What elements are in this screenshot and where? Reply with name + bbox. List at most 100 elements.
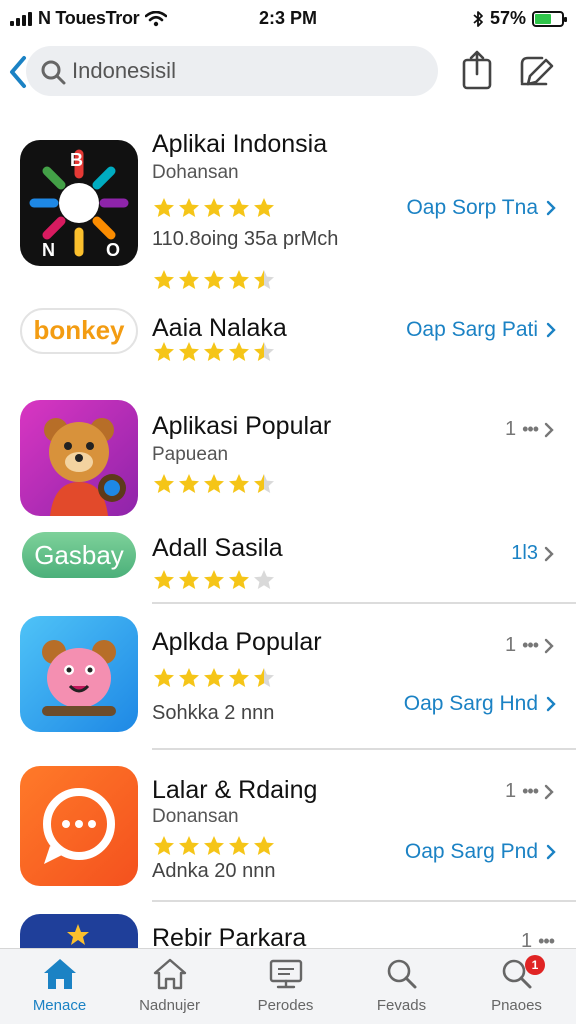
star-icon bbox=[179, 198, 199, 217]
rank-indicator[interactable]: 1 ••• bbox=[505, 634, 554, 657]
monitor-icon bbox=[269, 959, 302, 989]
status-bar: N TouesTror 2:3 PM 57% bbox=[0, 0, 576, 36]
star-icon bbox=[254, 836, 274, 855]
tab-bar: Menace Nadnujer Perodes Fevads 1 Pnaoes bbox=[0, 948, 576, 1024]
app-developer: Donansan bbox=[152, 806, 239, 827]
list-item[interactable]: Aplkda Popular Sohkka 2 nnn 1 ••• Oap Sa… bbox=[0, 606, 576, 750]
share-icon[interactable] bbox=[460, 50, 494, 90]
chevron-right-icon bbox=[546, 696, 556, 712]
star-icon bbox=[229, 342, 249, 361]
search-icon bbox=[41, 60, 66, 85]
star-icon bbox=[179, 668, 199, 687]
list-item[interactable]: Aplikasi Popular Papuean 1 ••• bbox=[0, 390, 576, 520]
compose-icon[interactable] bbox=[516, 52, 554, 90]
star-icon bbox=[229, 474, 249, 493]
rank-indicator[interactable]: 1 ••• bbox=[505, 418, 554, 441]
star-icon bbox=[229, 570, 249, 589]
star-icon bbox=[229, 836, 249, 855]
star-rating bbox=[152, 666, 276, 690]
list-item[interactable]: B N O Aplikai Indonsia Dohansan Oap Sorp… bbox=[0, 110, 576, 300]
star-icon bbox=[179, 342, 199, 361]
star-icon bbox=[179, 474, 199, 493]
chevron-right-icon bbox=[546, 844, 556, 860]
app-title: Lalar & Rdaing bbox=[152, 776, 318, 804]
star-rating bbox=[152, 834, 276, 858]
star-rating bbox=[152, 340, 276, 364]
app-meta: Sohkka 2 nnn bbox=[152, 702, 275, 724]
rank-number: 1 bbox=[504, 418, 517, 440]
star-icon bbox=[254, 342, 274, 361]
app-logo-bonkey[interactable]: bonkey bbox=[20, 308, 138, 354]
battery-icon bbox=[532, 10, 567, 27]
list-item[interactable]: Rebir Parkara 1 ••• bbox=[0, 904, 576, 950]
star-icon bbox=[204, 570, 224, 589]
svg-text:B: B bbox=[70, 150, 83, 170]
search-icon bbox=[387, 959, 416, 989]
home-icon bbox=[43, 959, 76, 989]
star-icon bbox=[154, 836, 174, 855]
app-title: Adall Sasila bbox=[152, 534, 283, 562]
app-logo-gasbay[interactable]: Gasbay bbox=[22, 532, 136, 578]
star-icon bbox=[179, 270, 199, 289]
list-divider bbox=[152, 748, 576, 750]
app-developer: Dohansan bbox=[152, 162, 239, 183]
star-icon bbox=[154, 270, 174, 289]
tab-nadnujer[interactable]: Nadnujer bbox=[112, 957, 227, 1014]
app-meta: 110.8oing 35a prMch bbox=[152, 228, 339, 250]
app-title: Rebir Parkara bbox=[152, 924, 307, 950]
get-button-label: Oap Sarg Pnd bbox=[404, 840, 538, 863]
star-icon bbox=[254, 570, 274, 589]
tab-fevads[interactable]: Fevads bbox=[344, 957, 459, 1014]
tab-label: Pnaoes bbox=[491, 997, 542, 1014]
more-dots-icon: ••• bbox=[522, 781, 539, 801]
list-item[interactable]: Gasbay Adall Sasila 1l3 bbox=[0, 520, 576, 600]
star-icon bbox=[204, 474, 224, 493]
star-icon bbox=[229, 668, 249, 687]
star-icon bbox=[179, 836, 199, 855]
get-button[interactable]: Oap Sarg Hnd bbox=[404, 692, 556, 716]
search-field[interactable]: Indonesisil bbox=[26, 46, 438, 96]
app-developer: Papuean bbox=[152, 444, 229, 465]
rank-indicator[interactable]: 1l3 bbox=[511, 542, 554, 565]
app-list: B N O Aplikai Indonsia Dohansan Oap Sorp… bbox=[0, 110, 576, 950]
rank-indicator[interactable]: 1 ••• bbox=[520, 930, 555, 950]
chevron-right-icon bbox=[544, 546, 554, 561]
battery-percent: 57% bbox=[489, 8, 526, 28]
rank-number: 1 bbox=[504, 780, 517, 802]
tab-label: Fevads bbox=[376, 997, 427, 1014]
app-icon-badge[interactable]: B N O bbox=[20, 140, 138, 266]
tab-perodes[interactable]: Perodes bbox=[228, 957, 343, 1014]
get-button[interactable]: Oap Sarg Pati bbox=[406, 318, 556, 342]
app-icon-pink-bear[interactable] bbox=[20, 616, 138, 732]
chevron-right-icon bbox=[544, 422, 554, 437]
get-button[interactable]: Oap Sarg Pnd bbox=[405, 840, 556, 864]
app-icon-bear[interactable] bbox=[20, 400, 138, 516]
app-icon-blue[interactable] bbox=[20, 914, 138, 950]
battery-fill bbox=[535, 13, 551, 24]
star-icon bbox=[229, 198, 249, 217]
star-icon bbox=[204, 836, 224, 855]
house-outline-icon bbox=[153, 958, 186, 990]
app-icon-chat[interactable] bbox=[20, 766, 138, 886]
search-query: Indonesisil bbox=[72, 58, 176, 83]
list-item[interactable]: Lalar & Rdaing Donansan Adnka 20 nnn 1 •… bbox=[0, 752, 576, 900]
list-item[interactable]: bonkey Aaia Nalaka Oap Sarg Pati bbox=[0, 300, 576, 380]
list-divider bbox=[152, 602, 576, 604]
app-title: Aaia Nalaka bbox=[152, 314, 287, 342]
app-title: Aplikai Indonsia bbox=[152, 130, 328, 158]
tab-menace[interactable]: Menace bbox=[2, 957, 117, 1014]
tab-label: Nadnujer bbox=[139, 997, 200, 1014]
navigation-bar: Indonesisil bbox=[0, 40, 576, 104]
star-icon bbox=[154, 342, 174, 361]
star-icon bbox=[154, 198, 174, 217]
notification-badge: 1 bbox=[525, 955, 545, 975]
star-icon bbox=[154, 570, 174, 589]
star-rating bbox=[152, 472, 276, 496]
rank-number: 1 bbox=[520, 930, 533, 950]
tab-pnaoes[interactable]: 1 Pnaoes bbox=[459, 955, 574, 1014]
get-button[interactable]: Oap Sorp Tna bbox=[406, 196, 556, 220]
rank-indicator[interactable]: 1 ••• bbox=[505, 780, 554, 803]
more-dots-icon: ••• bbox=[522, 635, 539, 655]
star-rating bbox=[152, 268, 276, 292]
status-right: 57% bbox=[472, 8, 567, 29]
